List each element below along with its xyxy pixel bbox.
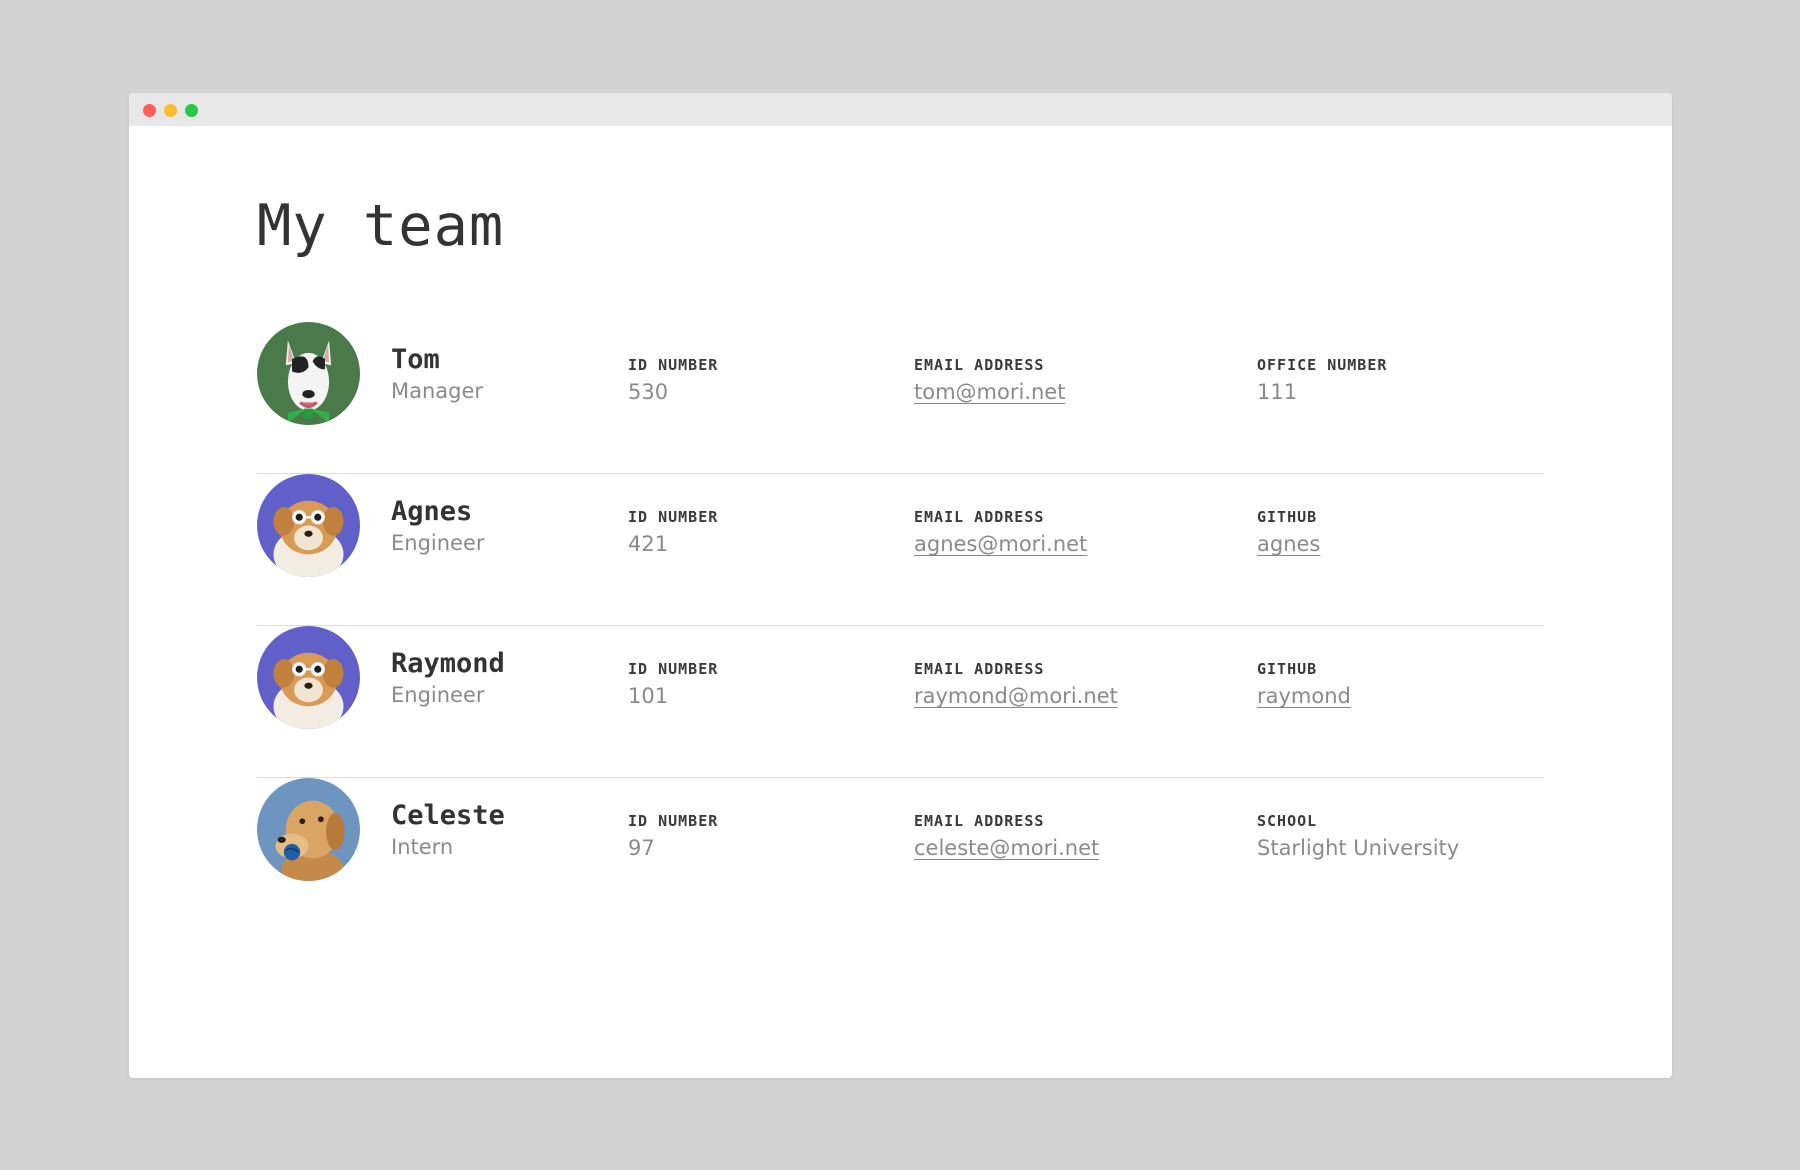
id-number-label: ID NUMBER <box>628 508 719 526</box>
team-member-row: Agnes Engineer ID NUMBER 421 EMAIL ADDRE… <box>257 474 1544 626</box>
office-number-field: OFFICE NUMBER 111 <box>1257 355 1387 406</box>
team-list: Tom Manager ID NUMBER 530 EMAIL ADDRESS … <box>257 322 1544 929</box>
member-role: Engineer <box>391 531 485 555</box>
member-name-block: Raymond Engineer <box>391 648 505 709</box>
member-name-block: Tom Manager <box>391 344 483 405</box>
email-label: EMAIL ADDRESS <box>914 356 1045 374</box>
id-number-field: ID NUMBER 97 <box>628 811 718 862</box>
school-value: Starlight University <box>1257 836 1460 860</box>
member-name: Agnes <box>391 496 473 527</box>
team-member-row: Celeste Intern ID NUMBER 97 EMAIL ADDRES… <box>257 778 1544 929</box>
office-number-value: 111 <box>1257 380 1298 404</box>
window-titlebar <box>129 93 1672 126</box>
email-link[interactable]: raymond@mori.net <box>914 682 1118 710</box>
member-name: Tom <box>391 344 440 375</box>
email-link[interactable]: agnes@mori.net <box>914 530 1087 558</box>
school-field: SCHOOL Starlight University <box>1257 811 1459 862</box>
id-number-value: 101 <box>628 684 669 708</box>
email-label: EMAIL ADDRESS <box>914 660 1045 678</box>
minimize-window-button[interactable] <box>164 104 177 117</box>
github-link[interactable]: agnes <box>1257 530 1320 558</box>
id-number-field: ID NUMBER 101 <box>628 659 718 710</box>
id-number-value: 530 <box>628 380 669 404</box>
office-number-label: OFFICE NUMBER <box>1257 356 1388 374</box>
email-field: EMAIL ADDRESS celeste@mori.net <box>914 811 1099 862</box>
avatar <box>257 322 360 425</box>
maximize-window-button[interactable] <box>185 104 198 117</box>
school-label: SCHOOL <box>1257 812 1318 830</box>
team-member-row: Tom Manager ID NUMBER 530 EMAIL ADDRESS … <box>257 322 1544 474</box>
golden-retriever-ball-photo-icon <box>257 778 360 881</box>
id-number-field: ID NUMBER 421 <box>628 507 718 558</box>
member-name-block: Agnes Engineer <box>391 496 485 557</box>
avatar <box>257 474 360 577</box>
bull-terrier-photo-icon <box>257 322 360 425</box>
email-field: EMAIL ADDRESS tom@mori.net <box>914 355 1065 406</box>
avatar <box>257 778 360 881</box>
email-field: EMAIL ADDRESS agnes@mori.net <box>914 507 1087 558</box>
email-link[interactable]: celeste@mori.net <box>914 834 1099 862</box>
github-label: GITHUB <box>1257 660 1318 678</box>
id-number-value: 421 <box>628 532 669 556</box>
id-number-field: ID NUMBER 530 <box>628 355 718 406</box>
id-number-label: ID NUMBER <box>628 660 719 678</box>
browser-window: My team Tom Manager ID NUMBER 530 EMAIL … <box>129 93 1672 1078</box>
id-number-label: ID NUMBER <box>628 356 719 374</box>
email-label: EMAIL ADDRESS <box>914 508 1045 526</box>
member-role: Manager <box>391 379 484 403</box>
member-name-block: Celeste Intern <box>391 800 505 861</box>
id-number-label: ID NUMBER <box>628 812 719 830</box>
member-name: Raymond <box>391 648 505 679</box>
github-label: GITHUB <box>1257 508 1318 526</box>
close-window-button[interactable] <box>143 104 156 117</box>
fluffy-dog-sunglasses-photo-icon <box>257 626 360 729</box>
github-link[interactable]: raymond <box>1257 682 1351 710</box>
github-field: GITHUB raymond <box>1257 659 1351 710</box>
fluffy-dog-sunglasses-photo-icon <box>257 474 360 577</box>
github-field: GITHUB agnes <box>1257 507 1320 558</box>
id-number-value: 97 <box>628 836 655 860</box>
email-label: EMAIL ADDRESS <box>914 812 1045 830</box>
avatar <box>257 626 360 729</box>
member-role: Intern <box>391 835 454 859</box>
page-title: My team <box>257 193 505 259</box>
email-field: EMAIL ADDRESS raymond@mori.net <box>914 659 1118 710</box>
email-link[interactable]: tom@mori.net <box>914 378 1065 406</box>
team-member-row: Raymond Engineer ID NUMBER 101 EMAIL ADD… <box>257 626 1544 778</box>
member-name: Celeste <box>391 800 505 831</box>
member-role: Engineer <box>391 683 485 707</box>
